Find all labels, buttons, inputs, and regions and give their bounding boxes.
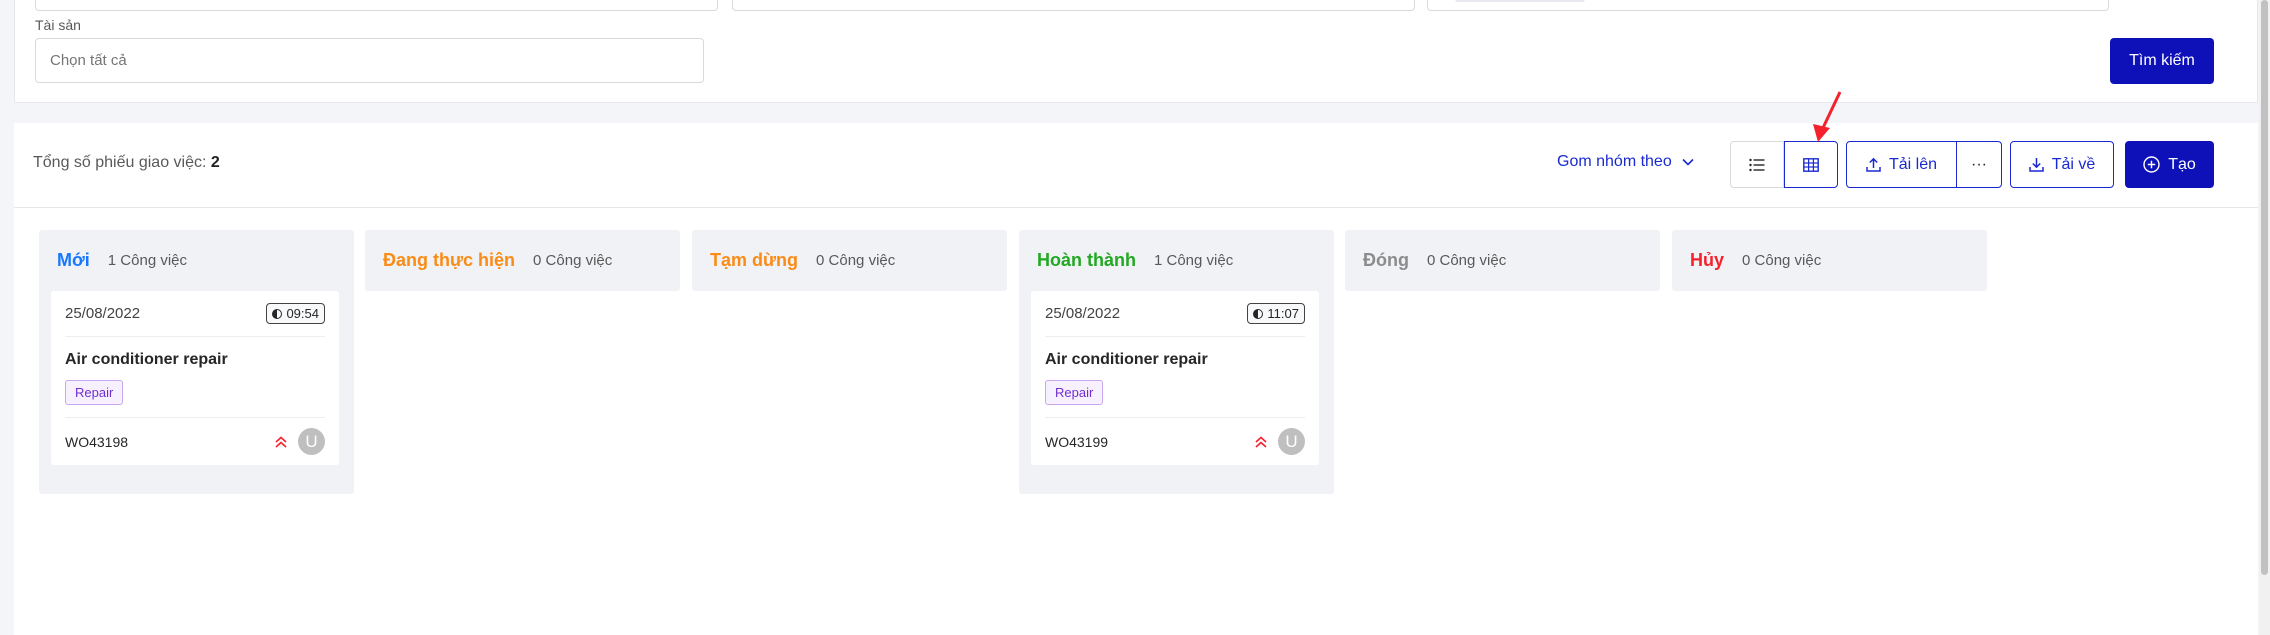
card-title: Air conditioner repair — [1045, 351, 1208, 368]
total-label: Tổng số phiếu giao việc: — [33, 154, 207, 171]
column-closed: Đóng 0 Công việc — [1345, 230, 1660, 291]
kanban-board: Mới 1 Công việc 25/08/2022 09:54 Air con… — [14, 207, 2258, 635]
group-by-label: Gom nhóm theo — [1557, 153, 1672, 170]
column-new: Mới 1 Công việc 25/08/2022 09:54 Air con… — [39, 230, 354, 494]
work-order-code: WO43198 — [65, 433, 129, 450]
column-title: Mới — [57, 250, 90, 270]
more-options-button[interactable]: ··· — [1956, 141, 2002, 188]
work-order-code: WO43199 — [1045, 433, 1109, 450]
card-time: 11:07 — [1267, 306, 1299, 321]
time-badge: 09:54 — [266, 303, 325, 324]
download-label: Tải về — [2051, 155, 2096, 173]
work-order-card[interactable]: 25/08/2022 09:54 Air conditioner repair … — [51, 291, 339, 465]
filter-input-top-2[interactable] — [732, 0, 1415, 11]
create-label: Tạo — [2168, 155, 2196, 173]
scrollbar-thumb[interactable] — [2261, 0, 2268, 575]
column-header: Hoàn thành 1 Công việc — [1019, 230, 1334, 291]
more-icon: ··· — [1971, 155, 1987, 173]
asset-select[interactable] — [35, 38, 704, 83]
toolbar: Tổng số phiếu giao việc: 2 Gom nhóm theo… — [14, 123, 2258, 207]
priority-high-icon — [275, 435, 287, 448]
total-count: 2 — [210, 154, 220, 171]
create-button[interactable]: Tạo — [2125, 141, 2214, 188]
card-date: 25/08/2022 — [65, 305, 141, 322]
card-time: 09:54 — [286, 306, 319, 321]
column-done: Hoàn thành 1 Công việc 25/08/2022 11:07 … — [1019, 230, 1334, 494]
column-count: 1 Công việc — [107, 252, 188, 269]
clock-icon — [1253, 308, 1264, 319]
column-title: Tạm dừng — [710, 250, 799, 270]
board-view-button[interactable] — [1784, 141, 1838, 188]
column-title: Đóng — [1363, 250, 1409, 270]
search-button[interactable]: Tìm kiếm — [2110, 38, 2214, 84]
plus-circle-icon — [2143, 156, 2160, 173]
column-title: Đang thực hiện — [383, 250, 516, 270]
filter-panel: Tài sản Tìm kiếm — [14, 0, 2258, 103]
list-view-button[interactable] — [1730, 141, 1784, 188]
filter-input-top-1[interactable] — [35, 0, 718, 11]
clock-icon — [272, 308, 283, 319]
column-title: Hủy — [1690, 250, 1725, 270]
filter-selected-chip — [1455, 0, 1585, 2]
card-date: 25/08/2022 — [1045, 305, 1121, 322]
column-count: 0 Công việc — [1426, 252, 1507, 269]
group-by-dropdown[interactable]: Gom nhóm theo — [1557, 153, 1694, 171]
upload-icon — [1866, 157, 1881, 172]
upload-label: Tải lên — [1888, 155, 1938, 173]
annotation-arrow-icon — [1813, 91, 1842, 142]
column-count: 0 Công việc — [816, 252, 896, 269]
category-tag: Repair — [65, 380, 124, 405]
chevron-down-icon — [1682, 158, 1694, 166]
column-header: Hủy 0 Công việc — [1672, 230, 1987, 291]
download-icon — [2028, 158, 2044, 172]
column-header: Tạm dừng 0 Công việc — [692, 230, 1007, 291]
upload-button[interactable]: Tải lên — [1846, 141, 1957, 188]
column-cancelled: Hủy 0 Công việc — [1672, 230, 1987, 291]
column-count: 1 Công việc — [1154, 252, 1234, 269]
column-paused: Tạm dừng 0 Công việc — [692, 230, 1007, 291]
priority-high-icon — [1255, 435, 1267, 448]
time-badge: 11:07 — [1247, 303, 1305, 324]
avatar[interactable]: U — [298, 428, 325, 455]
total-work-orders: Tổng số phiếu giao việc: 2 — [33, 154, 220, 172]
column-header: Đóng 0 Công việc — [1345, 230, 1660, 291]
card-title: Air conditioner repair — [65, 351, 228, 368]
column-header: Đang thực hiện 0 Công việc — [365, 230, 680, 291]
asset-label: Tài sản — [35, 17, 81, 33]
avatar[interactable]: U — [1278, 428, 1305, 455]
list-icon — [1749, 158, 1765, 171]
column-count: 0 Công việc — [1742, 252, 1822, 269]
column-in-progress: Đang thực hiện 0 Công việc — [365, 230, 680, 291]
column-count: 0 Công việc — [533, 252, 613, 269]
category-tag: Repair — [1045, 380, 1104, 405]
column-title: Hoàn thành — [1037, 250, 1136, 270]
download-button[interactable]: Tải về — [2010, 141, 2114, 188]
work-order-card[interactable]: 25/08/2022 11:07 Air conditioner repair … — [1031, 291, 1319, 465]
table-icon — [1803, 157, 1819, 172]
column-header: Mới 1 Công việc — [39, 230, 354, 291]
